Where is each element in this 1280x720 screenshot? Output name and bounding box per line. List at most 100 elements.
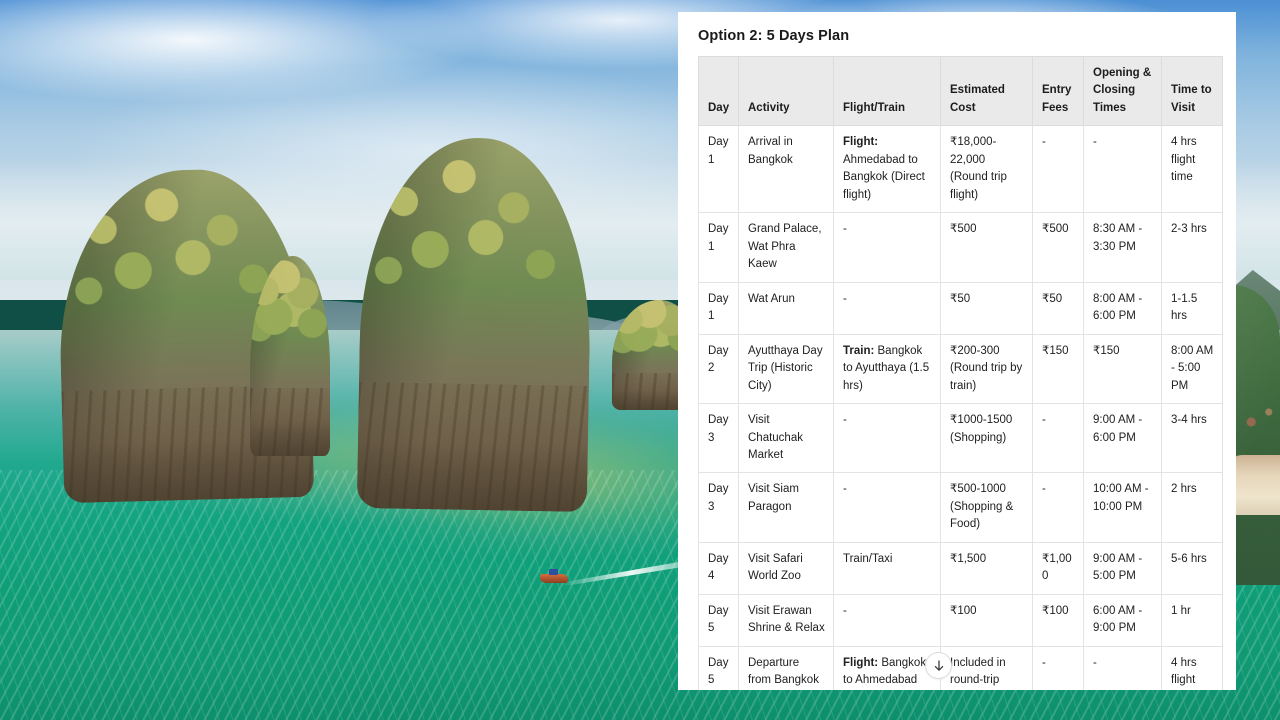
karst-island [356,136,594,512]
scroll-down-button[interactable] [925,652,952,679]
cell-activity: Visit Safari World Zoo [738,541,834,595]
cell-opening-closing-times: 9:00 AM - 5:00 PM [1083,541,1162,595]
cell-day: Day 1 [698,281,739,335]
transport-text: - [843,483,847,496]
cell-day: Day 3 [698,472,739,543]
cell-time-to-visit: 3-4 hrs [1161,403,1223,474]
cell-activity: Visit Siam Paragon [738,472,834,543]
cell-activity: Ayutthaya Day Trip (Historic City) [738,333,834,405]
arrow-down-icon [934,659,943,671]
cell-time-to-visit: 5-6 hrs [1161,541,1223,595]
table-row: Day 1 Arrival in Bangkok Flight: Ahmedab… [698,125,1223,214]
cell-entry-fees: ₹1,000 [1032,541,1084,595]
cell-day: Day 2 [698,333,739,405]
cell-opening-closing-times: 6:00 AM - 9:00 PM [1083,593,1162,647]
cell-estimated-cost: ₹100 [940,593,1033,647]
column-header-activity: Activity [738,55,834,127]
table-row: Day 5 Visit Erawan Shrine & Relax - ₹100… [698,593,1223,647]
cell-time-to-visit: 4 hrs flight time [1161,125,1223,214]
table-row: Day 4 Visit Safari World Zoo Train/Taxi … [698,541,1223,595]
cell-flight-train: - [833,472,941,543]
cell-activity: Visit Erawan Shrine & Relax [738,593,834,647]
cell-flight-train: - [833,212,941,283]
cell-time-to-visit: 8:00 AM - 5:00 PM [1161,333,1223,405]
transport-text: Train/Taxi [843,552,893,565]
cell-time-to-visit: 2-3 hrs [1161,212,1223,283]
cell-estimated-cost: ₹50 [940,281,1033,335]
table-header-row: Day Activity Flight/Train Estimated Cost… [698,55,1223,127]
cell-entry-fees: - [1032,125,1084,214]
cell-day: Day 3 [698,403,739,474]
cell-time-to-visit: 1-1.5 hrs [1161,281,1223,335]
cell-activity: Arrival in Bangkok [738,125,834,214]
cell-activity: Wat Arun [738,281,834,335]
itinerary-panel: Option 2: 5 Days Plan Day Activity Fligh… [678,12,1236,690]
table-row: Day 1 Wat Arun - ₹50 ₹50 8:00 AM - 6:00 … [698,281,1223,335]
cell-activity: Visit Chatuchak Market [738,403,834,474]
transport-label: Flight: [843,136,879,149]
cell-opening-closing-times: 10:00 AM - 10:00 PM [1083,472,1162,543]
table-body: Day 1 Arrival in Bangkok Flight: Ahmedab… [698,125,1223,690]
cell-opening-closing-times: 8:00 AM - 6:00 PM [1083,281,1162,335]
screen: Option 2: 5 Days Plan Day Activity Fligh… [0,0,1280,720]
cell-estimated-cost: Included in round-trip flight [940,645,1033,690]
cell-entry-fees: - [1032,472,1084,543]
transport-text: - [843,292,847,305]
cell-opening-closing-times: ₹150 [1083,333,1162,405]
table-row: Day 2 Ayutthaya Day Trip (Historic City)… [698,333,1223,405]
cell-flight-train: Train: Bangkok to Ayutthaya (1.5 hrs) [833,333,941,405]
transport-label: Train: [843,344,875,357]
cell-opening-closing-times: 8:30 AM - 3:30 PM [1083,212,1162,283]
cell-entry-fees: ₹150 [1032,333,1084,405]
cell-entry-fees: ₹500 [1032,212,1084,283]
cell-day: Day 1 [698,212,739,283]
table-row: Day 5 Departure from Bangkok Flight: Ban… [698,645,1223,690]
cell-entry-fees: - [1032,645,1084,690]
cell-day: Day 1 [698,125,739,214]
cell-estimated-cost: ₹1,500 [940,541,1033,595]
cell-flight-train: - [833,593,941,647]
transport-text: - [843,414,847,427]
cell-opening-closing-times: 9:00 AM - 6:00 PM [1083,403,1162,474]
transport-text: - [843,223,847,236]
cell-time-to-visit: 2 hrs [1161,472,1223,543]
column-header-day: Day [698,55,739,127]
cell-entry-fees: ₹100 [1032,593,1084,647]
column-header-time-to-visit: Time to Visit [1161,55,1223,127]
cell-estimated-cost: ₹18,000-22,000 (Round trip flight) [940,125,1033,214]
longtail-boat [540,569,568,583]
cell-estimated-cost: ₹500-1000 (Shopping & Food) [940,472,1033,543]
cell-estimated-cost: ₹500 [940,212,1033,283]
column-header-entry-fees: Entry Fees [1032,55,1084,127]
table-row: Day 3 Visit Chatuchak Market - ₹1000-150… [698,403,1223,474]
cell-flight-train: Flight: Ahmedabad to Bangkok (Direct fli… [833,125,941,214]
cell-time-to-visit: 1 hr [1161,593,1223,647]
column-header-flight-train: Flight/Train [833,55,941,127]
cell-time-to-visit: 4 hrs flight time [1161,645,1223,690]
page-title: Option 2: 5 Days Plan [698,28,850,44]
column-header-estimated-cost: Estimated Cost [940,55,1033,127]
table-row: Day 3 Visit Siam Paragon - ₹500-1000 (Sh… [698,472,1223,543]
cell-day: Day 5 [698,593,739,647]
cell-entry-fees: - [1032,403,1084,474]
transport-text: - [843,604,847,617]
transport-label: Flight: [843,656,879,669]
table-row: Day 1 Grand Palace, Wat Phra Kaew - ₹500… [698,212,1223,283]
cell-entry-fees: ₹50 [1032,281,1084,335]
cell-activity: Grand Palace, Wat Phra Kaew [738,212,834,283]
cell-day: Day 5 [698,645,739,690]
cell-flight-train: Train/Taxi [833,541,941,595]
karst-island [250,256,330,456]
cell-day: Day 4 [698,541,739,595]
transport-text: Ahmedabad to Bangkok (Direct flight) [843,153,925,201]
table-header: Day Activity Flight/Train Estimated Cost… [698,55,1223,127]
itinerary-table: Day Activity Flight/Train Estimated Cost… [698,55,1223,690]
cell-flight-train: - [833,281,941,335]
cell-opening-closing-times: - [1083,125,1162,214]
cell-estimated-cost: ₹1000-1500 (Shopping) [940,403,1033,474]
cell-flight-train: - [833,403,941,474]
cell-estimated-cost: ₹200-300 (Round trip by train) [940,333,1033,405]
cell-activity: Departure from Bangkok [738,645,834,690]
column-header-opening-closing-times: Opening & Closing Times [1083,55,1162,127]
cell-opening-closing-times: - [1083,645,1162,690]
